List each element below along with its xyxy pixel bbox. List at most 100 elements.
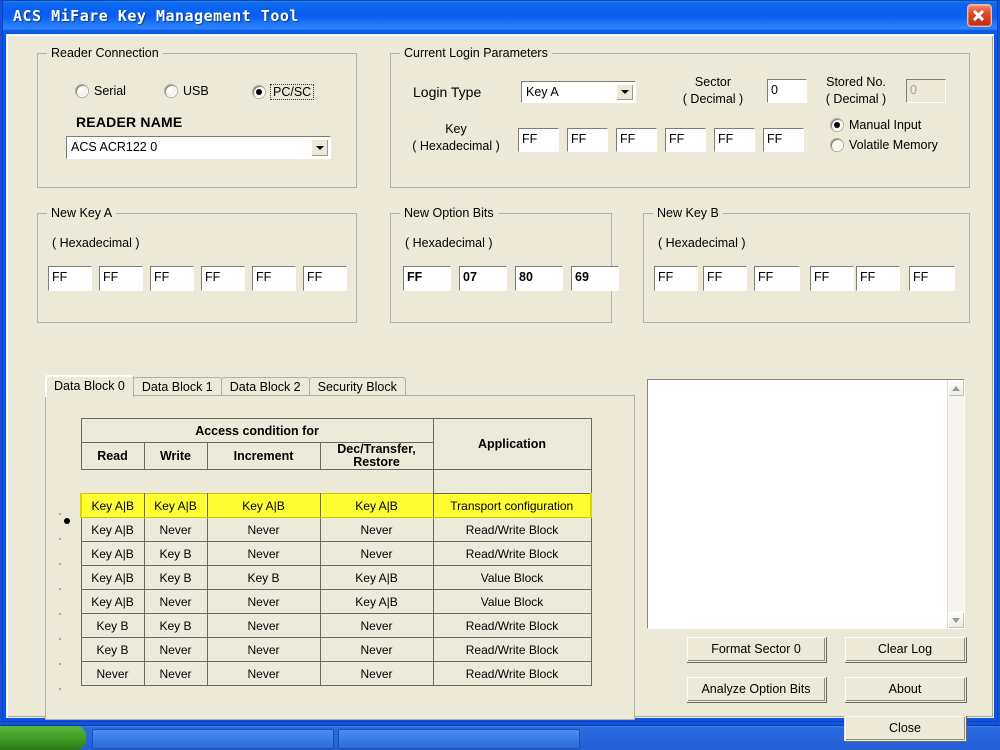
cell-write: Never bbox=[144, 590, 207, 614]
radio-manual-input[interactable]: Manual Input bbox=[831, 118, 922, 132]
cell-write: Never bbox=[144, 662, 207, 686]
new-key-a-byte-0[interactable]: FF bbox=[48, 266, 92, 291]
radio-dot-icon bbox=[253, 86, 265, 98]
stored-no-label-line2: ( Decimal ) bbox=[816, 92, 896, 106]
cell-dec: Never bbox=[320, 662, 433, 686]
new-key-b-byte-1[interactable]: FF bbox=[703, 266, 747, 291]
radio-dot-icon bbox=[831, 139, 843, 151]
table-row[interactable]: Never Never Never Never Read/Write Block bbox=[81, 662, 591, 686]
login-type-select[interactable]: Key A bbox=[521, 81, 636, 103]
new-key-a-byte-3[interactable]: FF bbox=[201, 266, 245, 291]
login-key-byte-4[interactable]: FF bbox=[714, 128, 755, 152]
start-button[interactable] bbox=[0, 726, 86, 750]
log-text bbox=[651, 382, 946, 626]
new-key-a-hex-label: ( Hexadecimal ) bbox=[52, 236, 140, 250]
log-textarea[interactable] bbox=[647, 379, 965, 629]
new-option-bits-byte-2[interactable]: 80 bbox=[515, 266, 563, 291]
table-row[interactable]: Key A|B Key B Key B Key A|B Value Block bbox=[81, 566, 591, 590]
about-button[interactable]: About bbox=[844, 676, 966, 702]
radio-pcsc[interactable]: PC/SC bbox=[253, 84, 314, 100]
new-option-bits-hex-label: ( Hexadecimal ) bbox=[405, 236, 493, 250]
row-radio-7[interactable] bbox=[60, 689, 76, 705]
cell-application: Value Block bbox=[433, 590, 591, 614]
table-row[interactable]: Key B Never Never Never Read/Write Block bbox=[81, 638, 591, 662]
table-row[interactable]: Key A|B Key A|B Key A|B Key A|B Transpor… bbox=[81, 494, 591, 518]
new-key-b-byte-0[interactable]: FF bbox=[654, 266, 698, 291]
reader-name-select[interactable]: ACS ACR122 0 bbox=[66, 136, 331, 159]
column-write: Write bbox=[144, 443, 207, 470]
application-header: Application bbox=[433, 419, 591, 470]
cell-dec: Key A|B bbox=[320, 590, 433, 614]
cell-application: Value Block bbox=[433, 566, 591, 590]
window-title: ACS MiFare Key Management Tool bbox=[13, 7, 299, 25]
row-radio-0[interactable] bbox=[60, 514, 76, 530]
new-key-a-title: New Key A bbox=[47, 206, 116, 220]
clear-log-button[interactable]: Clear Log bbox=[844, 636, 966, 662]
cell-increment: Never bbox=[207, 638, 320, 662]
key-label-line1: Key bbox=[401, 122, 511, 136]
title-bar: ACS MiFare Key Management Tool bbox=[3, 1, 997, 31]
radio-usb[interactable]: USB bbox=[165, 84, 210, 98]
cell-write: Key A|B bbox=[144, 494, 207, 518]
table-row[interactable]: Key A|B Key B Never Never Read/Write Blo… bbox=[81, 542, 591, 566]
tab-data-block-1[interactable]: Data Block 1 bbox=[133, 377, 222, 397]
row-radio-3[interactable] bbox=[60, 589, 76, 605]
row-radio-2[interactable] bbox=[60, 564, 76, 580]
login-key-byte-1[interactable]: FF bbox=[567, 128, 608, 152]
row-radio-5[interactable] bbox=[60, 639, 76, 655]
close-button[interactable]: Close bbox=[844, 715, 966, 741]
tab-data-block-0[interactable]: Data Block 0 bbox=[45, 375, 134, 397]
tab-panel-data-block-0: Access condition for Application Read Wr… bbox=[45, 395, 635, 720]
chevron-down-icon[interactable] bbox=[616, 84, 633, 100]
login-key-byte-0[interactable]: FF bbox=[518, 128, 559, 152]
row-radio-6[interactable] bbox=[60, 664, 76, 680]
row-radio-4[interactable] bbox=[60, 614, 76, 630]
radio-pcsc-label: PC/SC bbox=[270, 84, 314, 100]
new-key-a-byte-2[interactable]: FF bbox=[150, 266, 194, 291]
cell-application: Read/Write Block bbox=[433, 662, 591, 686]
radio-dot-icon bbox=[831, 119, 843, 131]
cell-application: Read/Write Block bbox=[433, 518, 591, 542]
format-sector-button[interactable]: Format Sector 0 bbox=[686, 636, 826, 662]
radio-volatile-memory[interactable]: Volatile Memory bbox=[831, 138, 939, 152]
table-row[interactable]: Key A|B Never Never Key A|B Value Block bbox=[81, 590, 591, 614]
new-key-b-byte-2[interactable]: FF bbox=[754, 266, 800, 291]
new-option-bits-byte-1[interactable]: 07 bbox=[459, 266, 507, 291]
client-area: Reader Connection Serial USB PC/SC READE… bbox=[6, 34, 994, 718]
chevron-down-icon[interactable] bbox=[948, 612, 964, 628]
new-key-b-byte-4[interactable]: FF bbox=[856, 266, 900, 291]
sector-label-line1: Sector bbox=[678, 75, 748, 89]
tab-security-block[interactable]: Security Block bbox=[309, 377, 406, 397]
close-icon[interactable] bbox=[967, 4, 992, 27]
radio-dot-icon bbox=[165, 85, 177, 97]
cell-read: Key A|B bbox=[81, 590, 144, 614]
login-type-value: Key A bbox=[526, 85, 559, 99]
new-option-bits-byte-0[interactable]: FF bbox=[403, 266, 451, 291]
new-key-a-byte-1[interactable]: FF bbox=[99, 266, 143, 291]
new-option-bits-byte-3[interactable]: 69 bbox=[571, 266, 619, 291]
login-key-byte-5[interactable]: FF bbox=[763, 128, 804, 152]
new-key-a-byte-5[interactable]: FF bbox=[303, 266, 347, 291]
table-row[interactable]: Key B Key B Never Never Read/Write Block bbox=[81, 614, 591, 638]
chevron-up-icon[interactable] bbox=[948, 380, 964, 396]
new-key-a-byte-4[interactable]: FF bbox=[252, 266, 296, 291]
new-key-b-byte-3[interactable]: FF bbox=[810, 266, 854, 291]
taskbar-item[interactable] bbox=[338, 729, 580, 749]
login-key-byte-3[interactable]: FF bbox=[665, 128, 706, 152]
login-key-byte-2[interactable]: FF bbox=[616, 128, 657, 152]
radio-serial[interactable]: Serial bbox=[76, 84, 127, 98]
cell-read: Never bbox=[81, 662, 144, 686]
cell-dec: Key A|B bbox=[320, 566, 433, 590]
tab-data-block-2[interactable]: Data Block 2 bbox=[221, 377, 310, 397]
stored-no-input: 0 bbox=[906, 79, 946, 103]
new-key-b-byte-5[interactable]: FF bbox=[909, 266, 955, 291]
sector-input[interactable]: 0 bbox=[767, 79, 807, 103]
table-row[interactable]: Key A|B Never Never Never Read/Write Blo… bbox=[81, 518, 591, 542]
taskbar-item[interactable] bbox=[92, 729, 334, 749]
cell-increment: Key A|B bbox=[207, 494, 320, 518]
chevron-down-icon[interactable] bbox=[311, 139, 328, 156]
analyze-option-bits-button[interactable]: Analyze Option Bits bbox=[686, 676, 826, 702]
row-radio-1[interactable] bbox=[60, 539, 76, 555]
cell-write: Key B bbox=[144, 542, 207, 566]
log-scrollbar[interactable] bbox=[947, 380, 964, 628]
